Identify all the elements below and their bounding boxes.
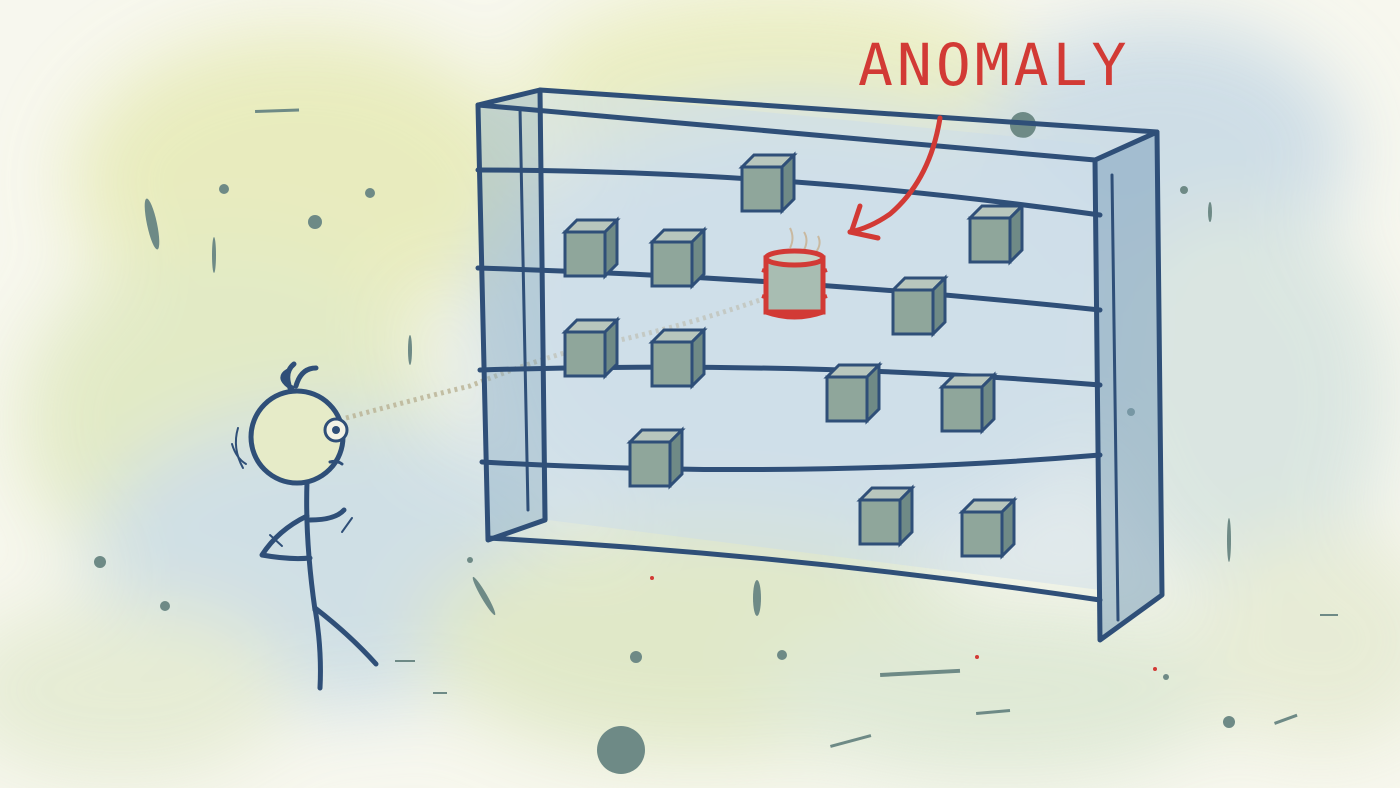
- illustration-canvas: ANOMALY: [0, 0, 1400, 788]
- cube-item: [825, 363, 881, 423]
- cube-item: [960, 498, 1016, 558]
- cube-item: [563, 318, 619, 378]
- cube-item: [940, 373, 996, 433]
- cube-item: [650, 228, 706, 288]
- cube-item: [740, 153, 796, 213]
- cube-item: [858, 486, 914, 546]
- cube-item: [628, 428, 684, 488]
- cube-item: [968, 204, 1024, 264]
- cube-item: [563, 218, 619, 278]
- anomaly-label: ANOMALY: [858, 31, 1130, 99]
- cube-item: [650, 328, 706, 388]
- anomaly-illustration: ANOMALY: [0, 0, 1400, 788]
- cube-item: [891, 276, 947, 336]
